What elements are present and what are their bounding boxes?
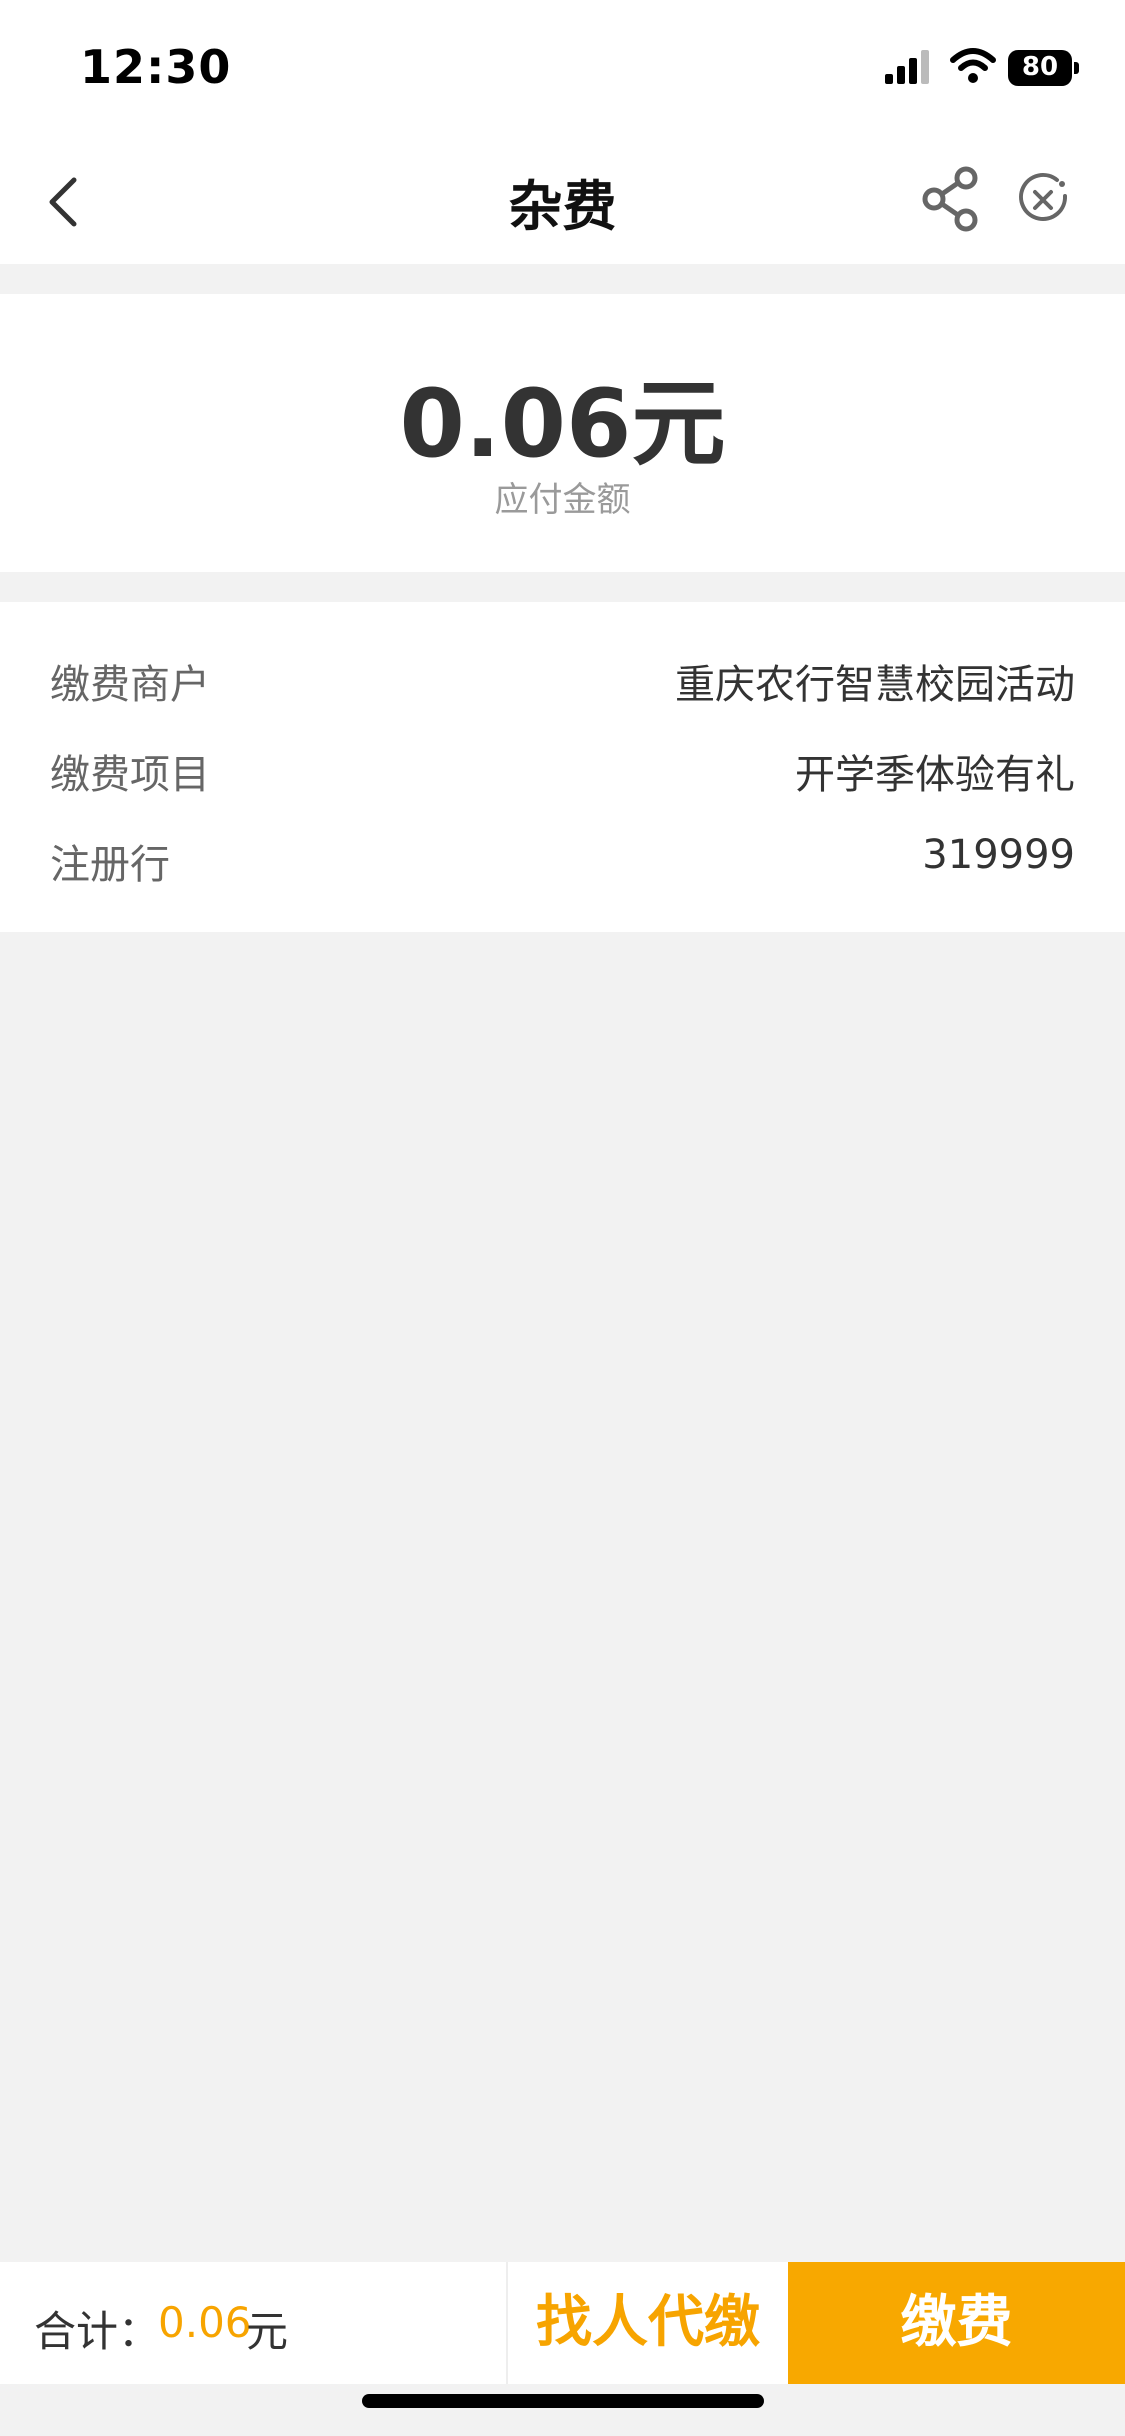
bottom-bar: 合计： 0.06 元 找人代缴 缴费	[0, 2262, 1125, 2384]
total-unit: 元	[246, 2307, 289, 2356]
home-indicator	[362, 2394, 764, 2408]
amount-card: 0.06元 应付金额	[0, 294, 1125, 572]
status-time: 12:30	[80, 40, 232, 94]
detail-key: 注册行	[50, 842, 170, 888]
payable-amount: 0.06元	[399, 370, 726, 479]
battery-level: 80	[1021, 52, 1059, 82]
share-icon[interactable]	[920, 166, 986, 232]
pay-button[interactable]: 缴费	[788, 2262, 1125, 2384]
status-bar: 12:30 80	[0, 0, 1125, 132]
find-proxy-payer-button[interactable]: 找人代缴	[508, 2262, 788, 2384]
detail-row-item: 缴费项目 开学季体验有礼	[50, 742, 1075, 802]
detail-value: 重庆农行智慧校园活动	[675, 662, 1075, 708]
close-icon[interactable]	[1015, 172, 1071, 228]
detail-value: 319999	[922, 832, 1075, 878]
detail-key: 缴费项目	[50, 752, 210, 798]
nav-bar: 杂费	[0, 132, 1125, 264]
total-label: 合计：	[34, 2307, 161, 2356]
payment-details: 缴费商户 重庆农行智慧校园活动 缴费项目 开学季体验有礼 注册行 319999	[0, 602, 1125, 932]
payable-amount-label: 应付金额	[494, 480, 631, 520]
detail-key: 缴费商户	[50, 662, 210, 708]
total-amount: 0.06	[158, 2298, 252, 2347]
battery-icon: 80	[1008, 50, 1079, 86]
wifi-icon	[950, 48, 996, 83]
detail-row-bank: 注册行 319999	[50, 832, 1075, 892]
signal-icon	[885, 50, 929, 84]
detail-value: 开学季体验有礼	[795, 752, 1075, 798]
detail-row-merchant: 缴费商户 重庆农行智慧校园活动	[50, 652, 1075, 712]
